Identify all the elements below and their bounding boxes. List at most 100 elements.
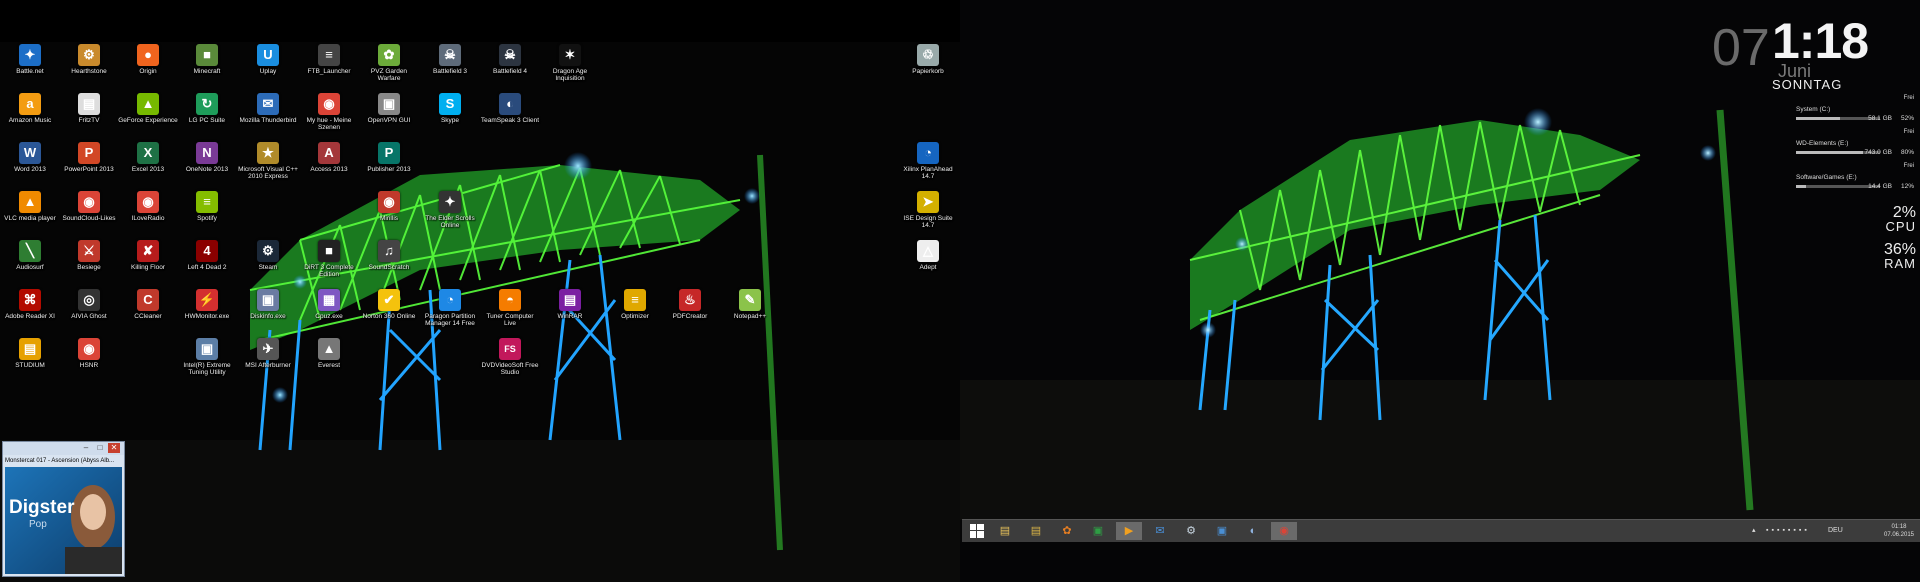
desktop-icon[interactable]: ▲ GeForce Experience bbox=[118, 93, 178, 141]
paint-icon[interactable]: ✿ bbox=[1054, 522, 1080, 540]
minimize-button[interactable]: – bbox=[80, 443, 92, 453]
music-player-window[interactable]: – □ ✕ Monstercat 017 - Ascension (Abyss … bbox=[2, 441, 125, 577]
desktop-icon[interactable]: ◉ SoundCloud-Likes bbox=[59, 191, 119, 239]
taskbar-clock[interactable]: 01:18 07.06.2015 bbox=[1882, 523, 1916, 539]
desktop-icon[interactable]: ⚡ HWMonitor.exe bbox=[177, 289, 237, 337]
desktop-icon[interactable]: ✈ MSI Afterburner bbox=[238, 338, 298, 386]
excel-icon: X bbox=[137, 142, 159, 164]
chrome-icon[interactable]: ◉ bbox=[1271, 522, 1297, 540]
desktop-icon[interactable]: ≡ Spotify bbox=[177, 191, 237, 239]
desktop-icon[interactable]: ★ Microsoft Visual C++ 2010 Express bbox=[238, 142, 298, 190]
desktop-icon-label: Publisher 2013 bbox=[367, 166, 411, 173]
ise-design-icon: ➤ bbox=[917, 191, 939, 213]
drive-used-percent: 12% bbox=[1900, 183, 1914, 190]
desktop-icon[interactable]: A Access 2013 bbox=[299, 142, 359, 190]
desktop-icon[interactable]: 4 Left 4 Dead 2 bbox=[177, 240, 237, 288]
desktop-icon[interactable]: ✦ The Elder Scrolls Online bbox=[420, 191, 480, 239]
desktop-icon[interactable]: X Excel 2013 bbox=[118, 142, 178, 190]
store-icon[interactable]: ▣ bbox=[1085, 522, 1111, 540]
desktop-icon[interactable]: ■ DiRT 3 Complete Edition bbox=[299, 240, 359, 288]
desktop-icon[interactable]: ◉ Mirillis bbox=[359, 191, 419, 239]
desktop-icon[interactable]: ✉ Mozilla Thunderbird bbox=[238, 93, 298, 141]
desktop-icon[interactable]: ✿ PVZ Garden Warfare bbox=[359, 44, 419, 92]
origin-icon: ● bbox=[137, 44, 159, 66]
desktop-icon[interactable]: ◓ Tuner Computer Live bbox=[480, 289, 540, 337]
desktop-icon[interactable]: ✦ Battle.net bbox=[0, 44, 60, 92]
desktop-icon[interactable]: ✔ Norton 360 Online bbox=[359, 289, 419, 337]
desktop-icon[interactable]: ● Origin bbox=[118, 44, 178, 92]
desktop-icon[interactable]: ✶ Dragon Age Inquisition bbox=[540, 44, 600, 92]
desktop-icon[interactable]: ↻ LG PC Suite bbox=[177, 93, 237, 141]
clock-time: 1:18 bbox=[1772, 13, 1869, 69]
desktop-icon-label: Besiege bbox=[77, 264, 101, 271]
desktop-icon[interactable]: ■ Minecraft bbox=[177, 44, 237, 92]
drive-used-percent: 80% bbox=[1900, 149, 1914, 156]
file-explorer-icon[interactable]: ▤ bbox=[992, 522, 1018, 540]
desktop-icon[interactable]: ☠ Battlefield 3 bbox=[420, 44, 480, 92]
desktop-icon[interactable]: ✘ Killing Floor bbox=[118, 240, 178, 288]
desktop-icon[interactable]: ⚔ Besiege bbox=[59, 240, 119, 288]
desktop-icon[interactable]: ▲ Everest bbox=[299, 338, 359, 386]
desktop-icon[interactable]: ⚙ Steam bbox=[238, 240, 298, 288]
media-player-icon[interactable]: ▶ bbox=[1116, 522, 1142, 540]
teamspeak-icon[interactable]: ◐ bbox=[1240, 522, 1266, 540]
desktop-icon[interactable]: ▤ FritzTV bbox=[59, 93, 119, 141]
drive-usage-fill bbox=[1796, 117, 1840, 120]
xilinx-icon[interactable]: ▣ bbox=[1209, 522, 1235, 540]
desktop-icon[interactable]: ▦ Cpuz.exe bbox=[299, 289, 359, 337]
desktop-icon-label: FritzTV bbox=[78, 117, 100, 124]
desktop-icon[interactable]: △ Adept bbox=[898, 240, 958, 288]
desktop-icon[interactable]: ≡ FTB_Launcher bbox=[299, 44, 359, 92]
drive-free-label: Frei bbox=[1903, 95, 1914, 101]
desktop-icon[interactable]: ♨ PDFCreator bbox=[660, 289, 720, 337]
thunderbird-icon[interactable]: ✉ bbox=[1147, 522, 1173, 540]
desktop-icon-label: Cpuz.exe bbox=[315, 313, 343, 320]
desktop-icon[interactable]: ♲ Papierkorb bbox=[898, 44, 958, 92]
steam-icon[interactable]: ⚙ bbox=[1178, 522, 1204, 540]
desktop-icon[interactable]: U Uplay bbox=[238, 44, 298, 92]
desktop-icon[interactable]: a Amazon Music bbox=[0, 93, 60, 141]
desktop-icon[interactable]: N OneNote 2013 bbox=[177, 142, 237, 190]
desktop-icon[interactable]: ≡ Optimizer bbox=[605, 289, 665, 337]
desktop-icon[interactable]: ◐ TeamSpeak 3 Client bbox=[480, 93, 540, 141]
maximize-button[interactable]: □ bbox=[94, 443, 106, 453]
now-playing-title: Monstercat 017 - Ascension (Abyss Alb... bbox=[5, 458, 115, 464]
uplay-icon: U bbox=[257, 44, 279, 66]
desktop-icon[interactable]: ◎ AIVIA Ghost bbox=[59, 289, 119, 337]
desktop-icon[interactable]: ✎ Notepad++ bbox=[720, 289, 780, 337]
desktop-icon-label: Mozilla Thunderbird bbox=[239, 117, 297, 124]
album-art[interactable]: Digster Pop bbox=[5, 467, 122, 574]
desktop-icon[interactable]: ▲ VLC media player bbox=[0, 191, 60, 239]
desktop-icon[interactable]: ▤ STUDIUM bbox=[0, 338, 60, 386]
desktop-icon-label: AIVIA Ghost bbox=[71, 313, 107, 320]
desktop-icon[interactable]: ▣ OpenVPN GUI bbox=[359, 93, 419, 141]
desktop-icon[interactable]: ◔ Paragon Partition Manager 14 Free bbox=[420, 289, 480, 337]
language-indicator[interactable]: DEU bbox=[1828, 520, 1843, 542]
desktop-icon[interactable]: ◔ Xilinx PlanAhead 14.7 bbox=[898, 142, 958, 190]
desktop-icon[interactable]: ☠ Battlefield 4 bbox=[480, 44, 540, 92]
desktop-icon[interactable]: S Skype bbox=[420, 93, 480, 141]
windows-start-icon[interactable] bbox=[964, 522, 990, 540]
desktop-icon[interactable]: ⚙ Hearthstone bbox=[59, 44, 119, 92]
folder-icon[interactable]: ▤ bbox=[1023, 522, 1049, 540]
desktop-icon[interactable]: ◉ My hue - Meine Szenen bbox=[299, 93, 359, 141]
desktop-icon[interactable]: ▣ Intel(R) Extreme Tuning Utility bbox=[177, 338, 237, 386]
player-titlebar[interactable]: – □ ✕ bbox=[3, 442, 124, 455]
desktop-icon[interactable]: W Word 2013 bbox=[0, 142, 60, 190]
desktop-icon[interactable]: ♫ SoundScratch bbox=[359, 240, 419, 288]
desktop-icon[interactable]: P Publisher 2013 bbox=[359, 142, 419, 190]
desktop-icon[interactable]: P PowerPoint 2013 bbox=[59, 142, 119, 190]
desktop-icon-label: GeForce Experience bbox=[118, 117, 178, 124]
desktop-icon[interactable]: ▤ WinRAR bbox=[540, 289, 600, 337]
desktop-icon[interactable]: ◉ HSNR bbox=[59, 338, 119, 386]
close-button[interactable]: ✕ bbox=[108, 443, 120, 453]
desktop-icon[interactable]: ◉ ILoveRadio bbox=[118, 191, 178, 239]
desktop-icon[interactable]: FS DVDVideoSoft Free Studio bbox=[480, 338, 540, 386]
tray-icons[interactable]: ▪▪▪▪▪▪▪▪ bbox=[1766, 520, 1810, 542]
desktop-icon[interactable]: ▣ Diskinfo.exe bbox=[238, 289, 298, 337]
desktop-icon[interactable]: ╲ Audiosurf bbox=[0, 240, 60, 288]
desktop-icon[interactable]: C CCleaner bbox=[118, 289, 178, 337]
show-hidden-icons-button[interactable]: ▴ bbox=[1752, 520, 1756, 542]
desktop-icon[interactable]: ➤ ISE Design Suite 14.7 bbox=[898, 191, 958, 239]
desktop-icon[interactable]: ⌘ Adobe Reader XI bbox=[0, 289, 60, 337]
